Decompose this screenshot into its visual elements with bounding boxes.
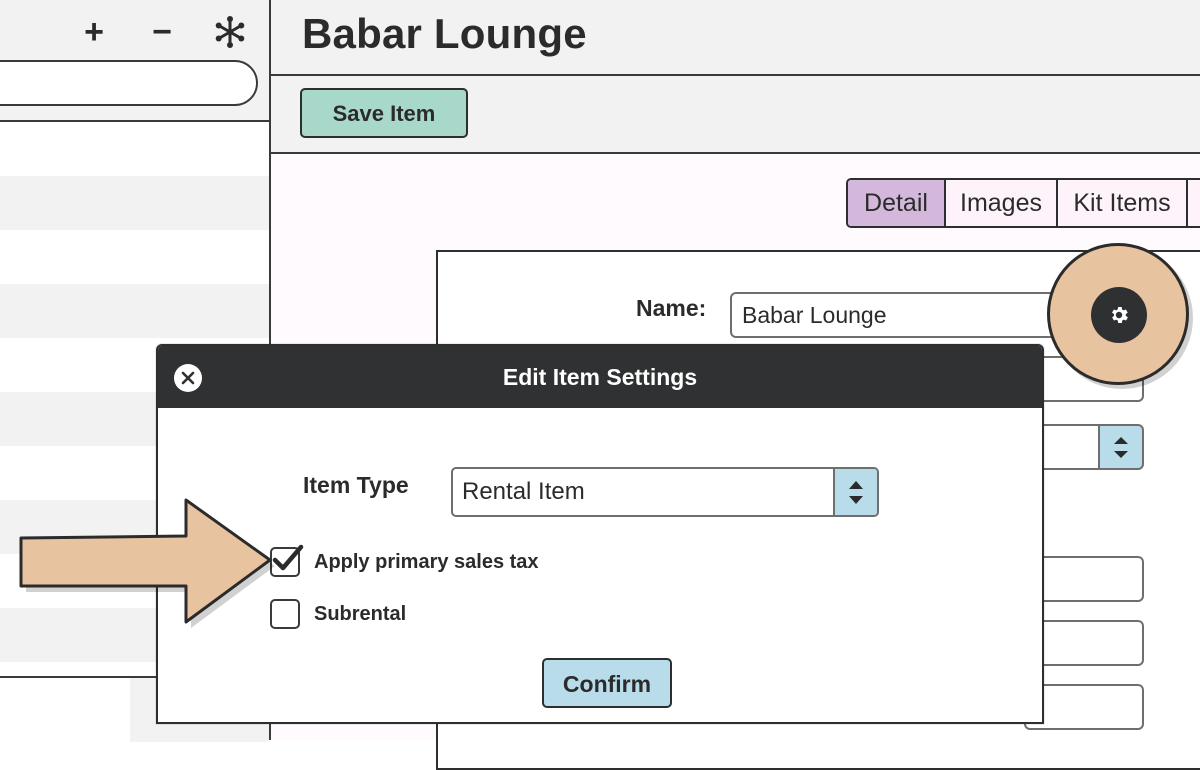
subrental-label: Subrental [314, 603, 407, 625]
tab-more[interactable] [1188, 180, 1200, 226]
dialog-title: Edit Item Settings [502, 364, 698, 390]
main-toolbar: Save Item [271, 76, 1200, 154]
remove-item-button[interactable]: − [142, 12, 182, 52]
close-icon [181, 371, 195, 385]
tab-images[interactable]: Images [946, 180, 1058, 226]
save-item-button[interactable]: Save Item [300, 88, 468, 138]
apply-sales-tax-label: Apply primary sales tax [314, 551, 539, 573]
confirm-button[interactable]: Confirm [542, 658, 672, 708]
arrow-callout-icon [19, 498, 275, 628]
sidebar-search-input[interactable] [0, 60, 258, 106]
options-button[interactable] [210, 12, 250, 52]
dialog-header: Edit Item Settings [158, 346, 1042, 408]
select-arrows-icon [849, 481, 863, 504]
asterisk-icon [215, 16, 245, 48]
tab-kit-items[interactable]: Kit Items [1058, 180, 1188, 226]
add-item-button[interactable]: + [74, 12, 114, 52]
tab-bar: Detail Images Kit Items [846, 178, 1200, 228]
background-select-arrows[interactable] [1098, 424, 1144, 470]
item-type-label: Item Type [303, 472, 409, 498]
select-arrows[interactable] [833, 469, 877, 515]
close-button[interactable] [174, 364, 202, 392]
tab-detail[interactable]: Detail [848, 180, 946, 226]
name-label: Name: [636, 295, 707, 321]
list-item[interactable] [0, 284, 269, 338]
list-item[interactable] [0, 176, 269, 230]
list-item[interactable] [0, 230, 269, 284]
settings-button[interactable] [1091, 287, 1147, 343]
item-type-select[interactable]: Rental Item [451, 467, 879, 517]
item-type-value: Rental Item [462, 478, 585, 505]
page-title: Babar Lounge [302, 10, 587, 57]
gear-icon [1112, 307, 1128, 323]
page-header: Babar Lounge [271, 0, 1200, 76]
sidebar-toolbar: + − [0, 0, 269, 122]
select-arrows-icon [1114, 437, 1128, 458]
list-item[interactable] [0, 122, 269, 176]
